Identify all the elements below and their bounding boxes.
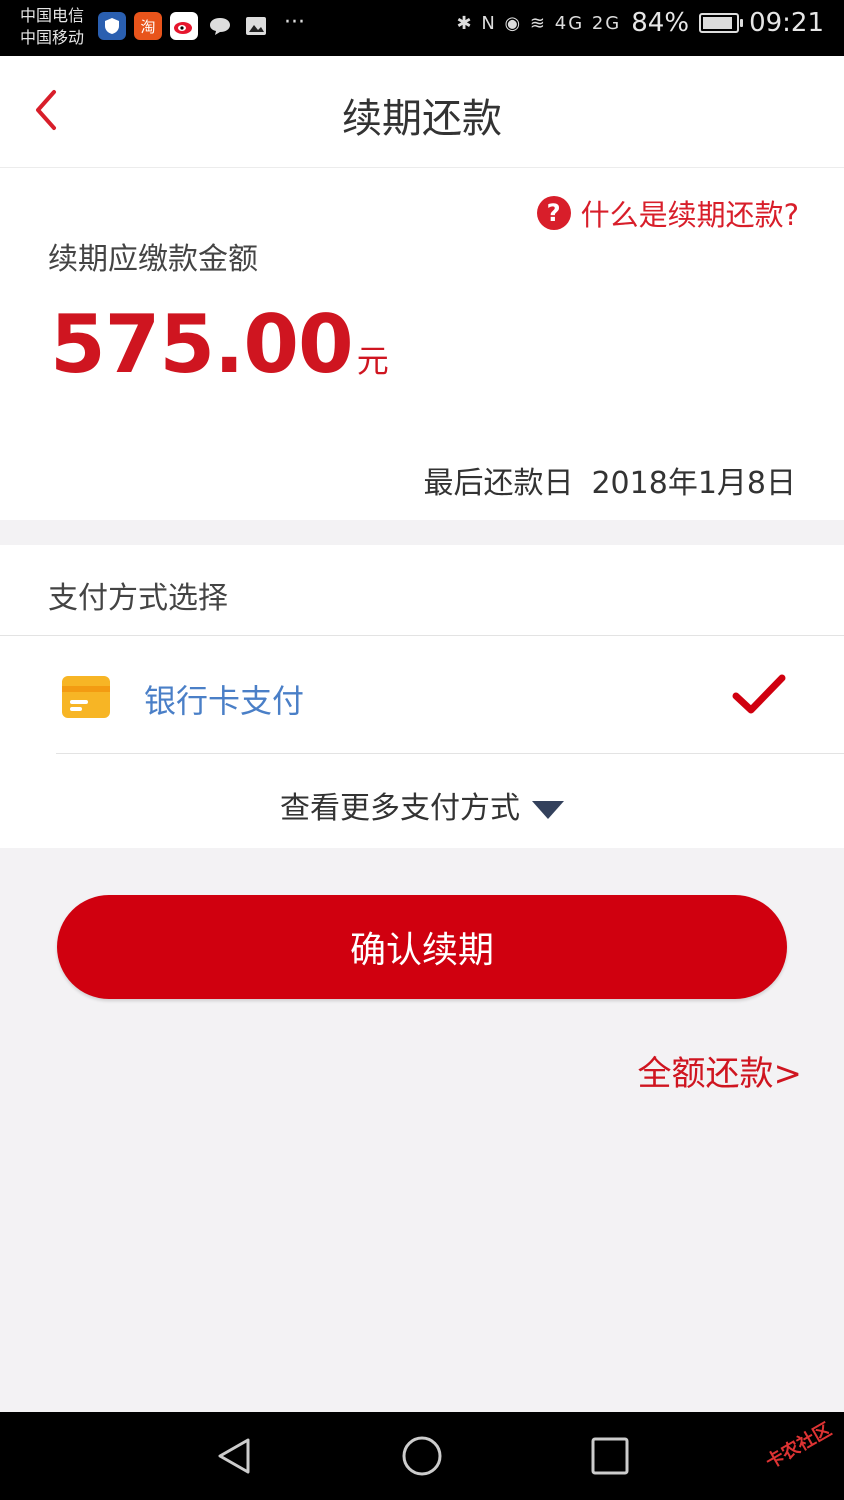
back-triangle-icon[interactable] bbox=[212, 1434, 256, 1478]
nav-bar: 续期还款 bbox=[0, 56, 844, 168]
payment-header: 支付方式选择 bbox=[48, 581, 228, 616]
gallery-app-icon bbox=[242, 12, 270, 40]
amount-value: 575.00 元 bbox=[50, 298, 389, 391]
battery-icon bbox=[699, 13, 744, 33]
notification-icons: 淘 ··· bbox=[98, 12, 305, 40]
carrier-2: 中国移动 bbox=[20, 28, 85, 47]
clock: 09:21 bbox=[749, 8, 824, 38]
system-icons: ✱ N ◉ ≋ 4G 2G bbox=[456, 12, 622, 34]
battery-percent: 84% bbox=[631, 8, 690, 38]
amount-label: 续期应缴款金额 bbox=[48, 242, 258, 277]
taobao-app-icon: 淘 bbox=[134, 12, 162, 40]
recents-square-icon[interactable] bbox=[588, 1434, 632, 1478]
watermark-logo: 卡农社区 bbox=[762, 1419, 836, 1474]
payment-method-label: 银行卡支付 bbox=[144, 682, 305, 720]
system-status: ✱ N ◉ ≋ 4G 2G 84% 09:21 bbox=[457, 8, 824, 38]
carrier-1: 中国电信 bbox=[20, 6, 85, 25]
due-date-row: 最后还款日 2018年1月8日 bbox=[423, 458, 796, 502]
help-link[interactable]: ? 什么是续期还款? bbox=[536, 192, 799, 234]
full-repayment-link[interactable]: 全额还款> bbox=[638, 1046, 803, 1095]
status-bar: 中国电信 中国移动 淘 ··· ✱ N ◉ ≋ 4G 2G 84% 09:21 bbox=[0, 0, 844, 56]
divider bbox=[56, 753, 844, 754]
amount-currency: 元 bbox=[356, 342, 389, 380]
question-icon: ? bbox=[536, 196, 571, 230]
amount-card: ? 什么是续期还款? 续期应缴款金额 575.00 元 最后还款日 2018年1月8… bbox=[0, 168, 844, 520]
carrier-info: 中国电信 中国移动 bbox=[20, 5, 84, 49]
shield-app-icon bbox=[98, 12, 126, 40]
due-label: 最后还款日 bbox=[423, 466, 574, 501]
payment-method-bank-card[interactable]: 银行卡支付 bbox=[0, 636, 844, 753]
bank-card-icon bbox=[62, 676, 110, 718]
more-payment-label: 查看更多支付方式 bbox=[280, 791, 520, 826]
payment-card: 支付方式选择 银行卡支付 查看更多支付方式 bbox=[0, 545, 844, 848]
checkmark-icon bbox=[732, 674, 786, 714]
due-date: 2018年1月8日 bbox=[591, 466, 796, 501]
home-circle-icon[interactable] bbox=[400, 1434, 444, 1478]
weibo-app-icon bbox=[170, 12, 198, 40]
confirm-renewal-button[interactable]: 确认续期 bbox=[57, 895, 787, 999]
more-notifications-icon: ··· bbox=[284, 10, 305, 35]
page-title: 续期还款 bbox=[342, 96, 502, 142]
help-link-label: 什么是续期还款? bbox=[580, 198, 799, 232]
system-nav-bar: 卡农社区 bbox=[0, 1412, 844, 1500]
message-app-icon bbox=[206, 12, 234, 40]
more-payment-methods[interactable]: 查看更多支付方式 bbox=[0, 783, 844, 827]
amount-number: 575.00 bbox=[50, 298, 354, 391]
triangle-down-icon bbox=[532, 800, 564, 819]
